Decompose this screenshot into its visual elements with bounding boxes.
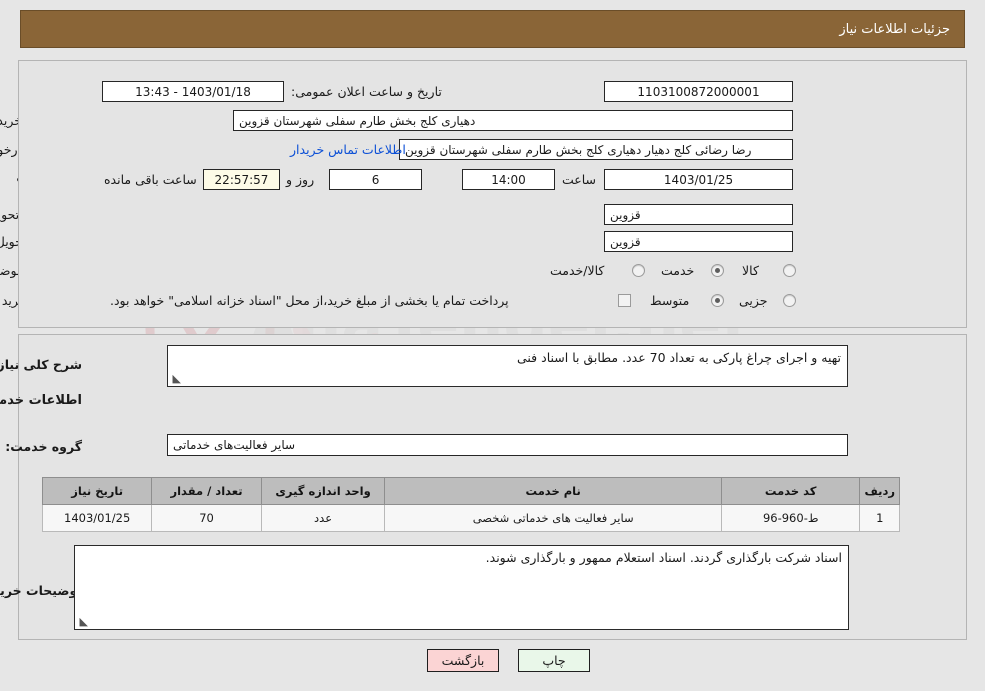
deadline-time-value: 14:00 [462, 169, 555, 190]
deadline-time-label: ساعت [562, 172, 597, 187]
radio-process-jozyi-label: جزیی [739, 293, 768, 308]
col-service-code: کد خدمت [720, 477, 861, 505]
radio-process-jozyi[interactable] [783, 294, 796, 307]
services-section-title: اطلاعات خدمات مورد نیاز [0, 393, 82, 408]
treasury-checkbox[interactable] [618, 294, 631, 307]
resize-grip-icon[interactable]: ◣ [78, 616, 88, 627]
radio-category-khedmat-label: خدمت [661, 263, 695, 278]
cell-row-no: 1 [859, 504, 900, 532]
radio-category-kala-label: کالا [742, 263, 759, 278]
radio-category-kala-khedmat-label: کالا/خدمت [550, 263, 605, 278]
buyer-notes-text: اسناد شرکت بارگذاری گردند. اسناد استعلام… [485, 550, 842, 565]
page-title: جزئیات اطلاعات نیاز [839, 21, 950, 37]
cell-need-date: 1403/01/25 [41, 504, 153, 532]
requester-value: رضا رضائی کلج دهیار دهیاری کلج بخش طارم … [399, 139, 793, 160]
col-row-no: ردیف [859, 477, 900, 505]
remaining-days-value: 6 [329, 169, 422, 190]
back-button[interactable]: بازگشت [427, 649, 499, 672]
resize-grip-icon[interactable]: ◣ [171, 373, 181, 384]
cell-service-code: ط-960-96 [720, 504, 861, 532]
col-service-name: نام خدمت [384, 477, 722, 505]
table-row: 1 ط-960-96 سایر فعالیت های خدماتی شخصی ع… [41, 504, 900, 532]
service-group-value: سایر فعالیت‌های خدماتی [167, 434, 848, 456]
announce-datetime-label: تاریخ و ساعت اعلان عمومی: [291, 84, 442, 99]
services-table: ردیف کد خدمت نام خدمت واحد اندازه گیری ت… [41, 477, 900, 532]
col-quantity: تعداد / مقدار [151, 477, 262, 505]
remaining-time-label: ساعت باقی مانده [104, 172, 197, 187]
cell-service-name: سایر فعالیت های خدماتی شخصی [384, 504, 722, 532]
radio-process-motevaset-label: متوسط [650, 293, 690, 308]
remaining-time-value: 22:57:57 [203, 169, 280, 190]
buyer-notes-label: توضیحات خریدار: [0, 583, 82, 598]
province-value: قزوین [604, 204, 793, 225]
need-description-text: تهیه و اجرای چراغ پارکی به تعداد 70 عدد.… [516, 350, 841, 365]
radio-process-motevaset[interactable] [711, 294, 724, 307]
need-number-value: 1103100872000001 [604, 81, 793, 102]
remaining-days-label: روز و [286, 172, 315, 187]
print-button[interactable]: چاپ [518, 649, 590, 672]
radio-category-khedmat[interactable] [711, 264, 724, 277]
service-group-label: گروه خدمت: [5, 439, 82, 454]
announce-datetime-value: 1403/01/18 - 13:43 [102, 81, 284, 102]
page-root: AnaTender.net جزئیات اطلاعات نیاز شماره … [0, 0, 985, 691]
need-description-value[interactable]: تهیه و اجرای چراغ پارکی به تعداد 70 عدد.… [167, 345, 848, 387]
cell-quantity: 70 [151, 504, 262, 532]
city-value: قزوین [604, 231, 793, 252]
page-header: جزئیات اطلاعات نیاز [20, 10, 965, 48]
buyer-org-value: دهیاری کلج بخش طارم سفلی شهرستان قزوین [233, 110, 793, 131]
table-header-row: ردیف کد خدمت نام خدمت واحد اندازه گیری ت… [41, 477, 900, 505]
col-unit: واحد اندازه گیری [260, 477, 386, 505]
radio-category-kala[interactable] [783, 264, 796, 277]
radio-category-kala-khedmat[interactable] [632, 264, 645, 277]
deadline-date-value: 1403/01/25 [604, 169, 793, 190]
need-description-label: شرح کلی نیاز: [0, 357, 82, 372]
buyer-contact-link[interactable]: اطلاعات تماس خریدار [290, 142, 406, 157]
treasury-checkbox-label: پرداخت تمام یا بخشی از مبلغ خرید،از محل … [110, 293, 509, 308]
cell-unit: عدد [260, 504, 386, 532]
col-need-date: تاریخ نیاز [41, 477, 153, 505]
buyer-notes-value[interactable]: اسناد شرکت بارگذاری گردند. اسناد استعلام… [74, 545, 849, 630]
